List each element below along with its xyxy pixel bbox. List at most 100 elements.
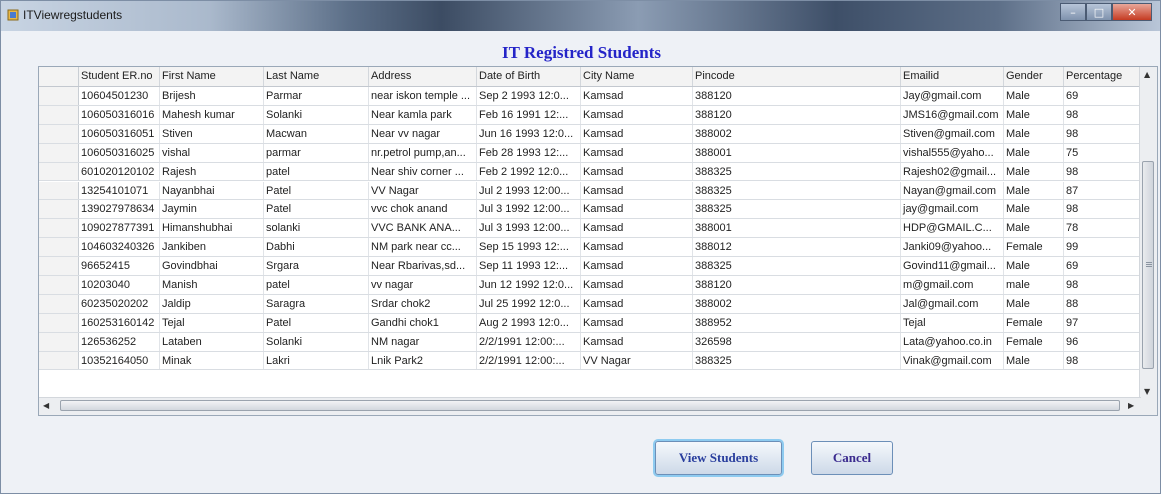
table-cell[interactable]: Sep 11 1993 12:... (477, 257, 581, 275)
table-cell[interactable]: Solanki (264, 105, 369, 124)
table-cell[interactable]: Sep 15 1993 12:... (477, 238, 581, 257)
table-cell[interactable]: 388120 (693, 87, 901, 105)
table-cell[interactable]: Kamsad (581, 219, 693, 238)
table-cell[interactable]: Stiven@gmail.com (901, 124, 1004, 143)
table-cell[interactable]: Brijesh (160, 87, 264, 105)
table-cell[interactable]: Jun 12 1992 12:0... (477, 276, 581, 294)
table-cell[interactable]: solanki (264, 219, 369, 238)
table-row[interactable]: 106050316016 Mahesh kumar Solanki Near kaml… (39, 105, 1141, 125)
table-cell[interactable]: Nayan@gmail.com (901, 181, 1004, 200)
table-cell[interactable]: vishal (160, 143, 264, 162)
table-cell[interactable]: 10203040 (79, 276, 160, 294)
table-cell[interactable]: 69 (1064, 87, 1141, 105)
horizontal-scroll-thumb[interactable] (60, 400, 1120, 411)
table-cell[interactable]: Manish (160, 276, 264, 294)
scroll-right-icon[interactable]: ▶ (1128, 401, 1134, 410)
column-header[interactable]: Date of Birth (477, 67, 581, 86)
table-cell[interactable]: Kamsad (581, 200, 693, 219)
table-cell[interactable]: Govind11@gmail... (901, 257, 1004, 275)
table-cell[interactable]: Rajesh (160, 162, 264, 181)
row-header[interactable] (39, 313, 79, 332)
table-cell[interactable]: Feb 28 1993 12:... (477, 143, 581, 162)
table-cell[interactable]: Nayanbhai (160, 181, 264, 200)
table-cell[interactable]: Vinak@gmail.com (901, 351, 1004, 370)
table-cell[interactable]: Male (1004, 143, 1064, 162)
table-cell[interactable]: 98 (1064, 124, 1141, 143)
table-cell[interactable]: Jul 25 1992 12:0... (477, 294, 581, 313)
table-cell[interactable]: Jul 3 1992 12:00... (477, 200, 581, 219)
table-cell[interactable]: 388120 (693, 276, 901, 294)
table-cell[interactable]: Kamsad (581, 124, 693, 143)
table-cell[interactable]: Kamsad (581, 294, 693, 313)
table-cell[interactable]: Kamsad (581, 181, 693, 200)
row-header[interactable] (39, 143, 79, 162)
column-header[interactable]: First Name (160, 67, 264, 86)
table-cell[interactable]: Male (1004, 162, 1064, 181)
table-cell[interactable]: 106050316051 (79, 124, 160, 143)
table-cell[interactable]: 13254101071 (79, 181, 160, 200)
table-cell[interactable]: Female (1004, 332, 1064, 351)
table-cell[interactable]: 10604501230 (79, 87, 160, 105)
table-cell[interactable]: Lata@yahoo.co.in (901, 332, 1004, 351)
row-header[interactable] (39, 294, 79, 313)
table-cell[interactable]: jay@gmail.com (901, 200, 1004, 219)
table-cell[interactable]: Mahesh kumar (160, 105, 264, 124)
row-header[interactable] (39, 219, 79, 238)
table-cell[interactable]: Sep 2 1993 12:0... (477, 87, 581, 105)
table-cell[interactable]: Jul 3 1993 12:00... (477, 219, 581, 238)
table-cell[interactable]: near iskon temple ... (369, 87, 477, 105)
table-cell[interactable]: Jul 2 1993 12:00... (477, 181, 581, 200)
table-cell[interactable]: 388325 (693, 162, 901, 181)
table-cell[interactable]: 388120 (693, 105, 901, 124)
table-cell[interactable]: 98 (1064, 200, 1141, 219)
table-row[interactable]: 160253160142 Tejal Patel Gandhi chok1 Aug 2 … (39, 313, 1141, 333)
table-row[interactable]: 10604501230 Brijesh Parmar near iskon templ… (39, 87, 1141, 106)
table-cell[interactable]: 98 (1064, 105, 1141, 124)
column-header[interactable]: Student ER.no (79, 67, 160, 86)
table-cell[interactable]: Jal@gmail.com (901, 294, 1004, 313)
table-cell[interactable]: Srgara (264, 257, 369, 275)
column-header[interactable]: Address (369, 67, 477, 86)
table-cell[interactable]: nr.petrol pump,an... (369, 143, 477, 162)
table-cell[interactable]: vvc chok anand (369, 200, 477, 219)
column-header[interactable]: City Name (581, 67, 693, 86)
table-cell[interactable]: 601020120102 (79, 162, 160, 181)
table-cell[interactable]: 388002 (693, 294, 901, 313)
row-header[interactable] (39, 162, 79, 181)
view-students-button[interactable]: View Students (655, 441, 782, 475)
table-cell[interactable]: Male (1004, 294, 1064, 313)
table-cell[interactable]: Macwan (264, 124, 369, 143)
title-bar[interactable]: ITViewregstudents – □ ✕ (1, 1, 1160, 31)
table-cell[interactable]: Patel (264, 181, 369, 200)
table-cell[interactable]: Parmar (264, 87, 369, 105)
table-cell[interactable]: 388325 (693, 351, 901, 370)
table-cell[interactable]: Lakri (264, 351, 369, 370)
table-cell[interactable]: 96 (1064, 332, 1141, 351)
table-cell[interactable]: m@gmail.com (901, 276, 1004, 294)
table-cell[interactable]: 98 (1064, 351, 1141, 370)
table-cell[interactable]: 96652415 (79, 257, 160, 275)
table-row[interactable]: 139027978634 Jaymin Patel vvc chok anand Jul… (39, 200, 1141, 220)
table-cell[interactable]: Dabhi (264, 238, 369, 257)
table-cell[interactable]: 75 (1064, 143, 1141, 162)
table-cell[interactable]: 69 (1064, 257, 1141, 275)
table-cell[interactable]: Male (1004, 257, 1064, 275)
table-row[interactable]: 104603240326 Jankiben Dabhi NM park near cc… (39, 238, 1141, 258)
table-cell[interactable]: 388001 (693, 219, 901, 238)
table-cell[interactable]: Near shiv corner ... (369, 162, 477, 181)
table-cell[interactable]: HDP@GMAIL.C... (901, 219, 1004, 238)
table-row[interactable]: 60235020202 Jaldip Saragra Srdar chok2 Jul 2… (39, 294, 1141, 314)
table-cell[interactable]: Minak (160, 351, 264, 370)
table-cell[interactable]: VVC BANK ANA... (369, 219, 477, 238)
table-cell[interactable]: Lataben (160, 332, 264, 351)
table-cell[interactable]: Male (1004, 124, 1064, 143)
table-row[interactable]: 106050316025 vishal parmar nr.petrol pump,a… (39, 143, 1141, 163)
row-header[interactable] (39, 124, 79, 143)
table-cell[interactable]: Feb 16 1991 12:... (477, 105, 581, 124)
table-cell[interactable]: Jankiben (160, 238, 264, 257)
column-header[interactable]: Gender (1004, 67, 1064, 86)
table-cell[interactable]: VV Nagar (581, 351, 693, 370)
table-cell[interactable]: Lnik Park2 (369, 351, 477, 370)
table-cell[interactable]: Kamsad (581, 276, 693, 294)
table-cell[interactable]: Solanki (264, 332, 369, 351)
